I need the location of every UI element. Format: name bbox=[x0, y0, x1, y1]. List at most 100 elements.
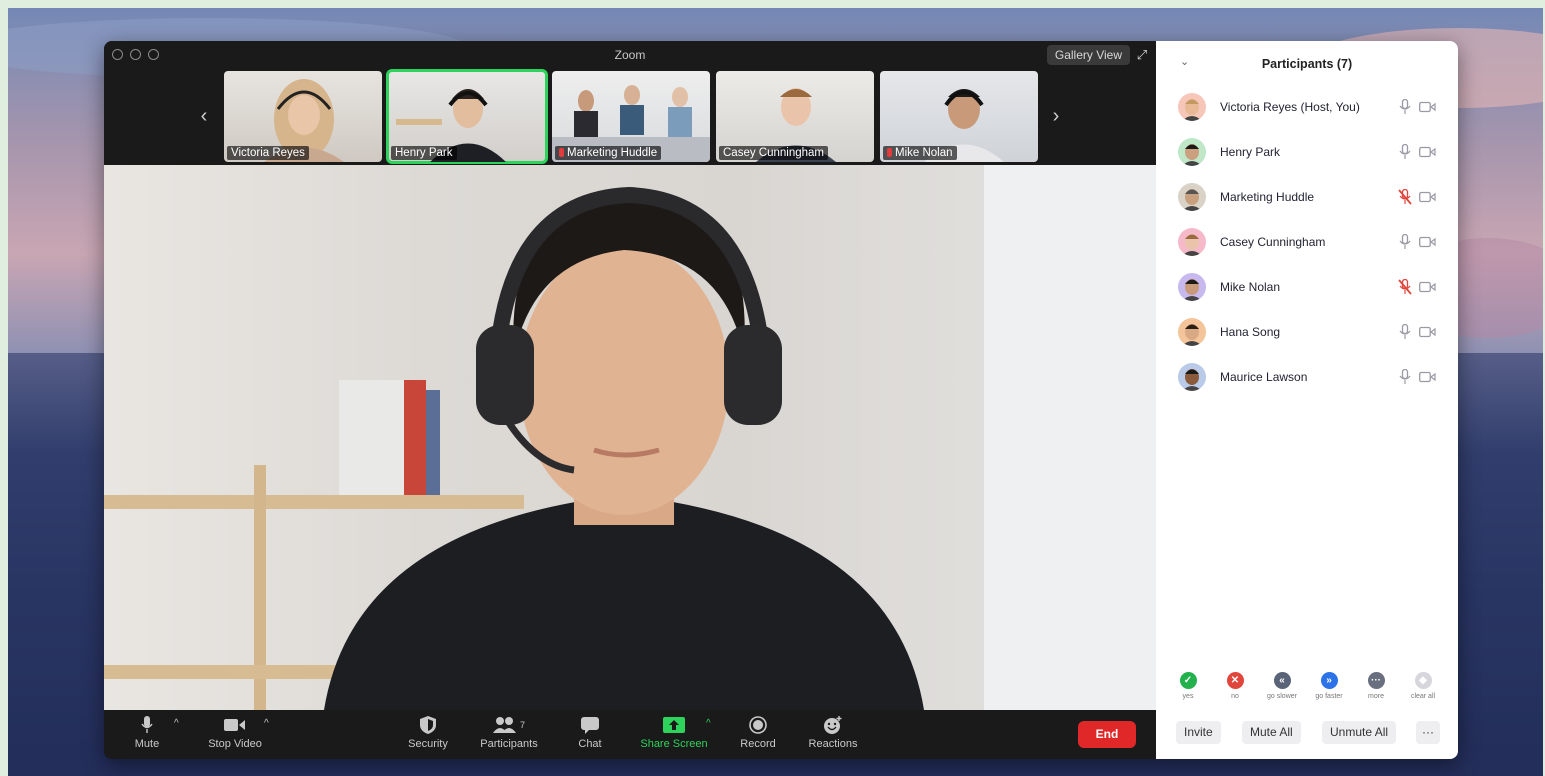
feedback-label: more bbox=[1368, 693, 1384, 700]
avatar bbox=[1178, 318, 1206, 346]
participant-row[interactable]: Casey Cunningham bbox=[1178, 226, 1440, 260]
participant-name: Mike Nolan bbox=[1220, 280, 1281, 294]
share-options-caret-icon[interactable]: ^ bbox=[706, 718, 711, 729]
fullscreen-icon[interactable]: ⤢ bbox=[1134, 47, 1150, 63]
participants-count: 7 bbox=[519, 720, 525, 730]
feedback-label: go slower bbox=[1267, 693, 1297, 700]
participant-row[interactable]: Hana Song bbox=[1178, 316, 1440, 350]
participants-button[interactable]: 7 Participants bbox=[474, 714, 544, 750]
participant-row[interactable]: Henry Park bbox=[1178, 136, 1440, 170]
video-camera-icon[interactable] bbox=[1419, 326, 1436, 338]
audio-options-caret-icon[interactable]: ^ bbox=[174, 718, 179, 729]
muted-mic-icon bbox=[887, 148, 892, 157]
zoom-window: Zoom Gallery View ⤢ ‹ Victoria Reyes Hen… bbox=[104, 41, 1458, 759]
participant-name: Casey Cunningham bbox=[1220, 235, 1326, 249]
stop-video-button[interactable]: Stop Video bbox=[204, 714, 266, 750]
feedback-no-button[interactable]: ✕ no bbox=[1215, 672, 1255, 700]
feedback-no-icon: ✕ bbox=[1226, 672, 1244, 689]
gallery-view-button[interactable]: Gallery View bbox=[1046, 45, 1130, 65]
shield-icon bbox=[404, 714, 452, 736]
video-camera-icon[interactable] bbox=[1419, 101, 1436, 113]
feedback-go-slower-button[interactable]: « go slower bbox=[1262, 672, 1302, 700]
thumbnail-victoria-reyes[interactable]: Victoria Reyes bbox=[224, 71, 382, 162]
video-camera-icon[interactable] bbox=[1419, 236, 1436, 248]
thumbnail-mike-nolan[interactable]: Mike Nolan bbox=[880, 71, 1038, 162]
feedback-clear-all-button[interactable]: ◆ clear all bbox=[1403, 672, 1443, 700]
mute-all-button[interactable]: Mute All bbox=[1242, 721, 1301, 744]
feedback-yes-button[interactable]: ✓ yes bbox=[1168, 672, 1208, 700]
participant-row[interactable]: Marketing Huddle bbox=[1178, 181, 1440, 215]
share-screen-label: Share Screen bbox=[640, 738, 708, 750]
thumbnail-name: Marketing Huddle bbox=[555, 146, 662, 160]
participant-row[interactable]: Victoria Reyes (Host, You) bbox=[1178, 91, 1440, 125]
participants-panel: ⌄ Participants (7) Victoria Reyes (Host,… bbox=[1156, 41, 1458, 759]
video-camera-icon[interactable] bbox=[1419, 371, 1436, 383]
chevron-left-icon[interactable]: ‹ bbox=[194, 105, 214, 128]
chat-button[interactable]: Chat bbox=[574, 714, 606, 750]
microphone-icon[interactable] bbox=[1398, 234, 1412, 250]
participants-label: Participants bbox=[480, 738, 538, 750]
reactions-button[interactable]: Reactions bbox=[804, 714, 862, 750]
thumbnail-henry-park[interactable]: Henry Park bbox=[386, 69, 548, 164]
video-camera-icon[interactable] bbox=[1419, 191, 1436, 203]
thumbnail-name: Henry Park bbox=[391, 146, 457, 160]
feedback-go-faster-button[interactable]: » go faster bbox=[1309, 672, 1349, 700]
thumbnail-casey-cunningham[interactable]: Casey Cunningham bbox=[716, 71, 874, 162]
avatar bbox=[1178, 138, 1206, 166]
muted-microphone-icon[interactable] bbox=[1398, 279, 1412, 295]
feedback-yes-icon: ✓ bbox=[1179, 672, 1197, 689]
active-speaker-video bbox=[104, 165, 1156, 710]
microphone-icon[interactable] bbox=[1398, 369, 1412, 385]
share-screen-icon bbox=[636, 714, 712, 736]
participant-row[interactable]: Mike Nolan bbox=[1178, 271, 1440, 305]
feedback-clear-all-icon: ◆ bbox=[1414, 672, 1432, 689]
mute-label: Mute bbox=[134, 738, 160, 750]
participant-name: Henry Park bbox=[1220, 145, 1281, 159]
avatar bbox=[1178, 93, 1206, 121]
microphone-icon[interactable] bbox=[1398, 144, 1412, 160]
record-icon bbox=[736, 714, 780, 736]
participants-panel-header: ⌄ Participants (7) bbox=[1156, 41, 1458, 85]
chat-bubble-icon bbox=[574, 714, 606, 736]
more-options-button[interactable]: ··· bbox=[1416, 721, 1440, 744]
share-screen-button[interactable]: Share Screen bbox=[636, 714, 712, 750]
participant-name: Maurice Lawson bbox=[1220, 370, 1308, 384]
henry-park-speaker-image bbox=[104, 165, 1156, 710]
feedback-more-icon: ··· bbox=[1367, 672, 1385, 689]
thumbnail-strip: ‹ Victoria Reyes Henry Park Marketing Hu… bbox=[104, 69, 1156, 165]
thumbnail-name: Casey Cunningham bbox=[719, 146, 829, 160]
record-button[interactable]: Record bbox=[736, 714, 780, 750]
invite-button[interactable]: Invite bbox=[1176, 721, 1221, 744]
participants-icon: 7 bbox=[474, 714, 544, 736]
microphone-icon bbox=[132, 714, 162, 736]
video-options-caret-icon[interactable]: ^ bbox=[264, 718, 269, 729]
avatar bbox=[1178, 183, 1206, 211]
thumbnail-name: Victoria Reyes bbox=[227, 146, 309, 160]
microphone-icon[interactable] bbox=[1398, 324, 1412, 340]
participant-row[interactable]: Maurice Lawson bbox=[1178, 361, 1440, 395]
video-camera-icon bbox=[204, 714, 266, 736]
feedback-go-faster-icon: » bbox=[1320, 672, 1338, 689]
unmute-all-button[interactable]: Unmute All bbox=[1322, 721, 1397, 744]
end-meeting-button[interactable]: End bbox=[1078, 721, 1136, 748]
avatar bbox=[1178, 363, 1206, 391]
stop-video-label: Stop Video bbox=[208, 738, 262, 750]
thumbnail-marketing-huddle[interactable]: Marketing Huddle bbox=[552, 71, 710, 162]
video-camera-icon[interactable] bbox=[1419, 146, 1436, 158]
screen-bezel-left bbox=[0, 0, 8, 776]
security-button[interactable]: Security bbox=[404, 714, 452, 750]
participant-name: Victoria Reyes (Host, You) bbox=[1220, 100, 1360, 114]
video-camera-icon[interactable] bbox=[1419, 281, 1436, 293]
muted-microphone-icon[interactable] bbox=[1398, 189, 1412, 205]
mute-button[interactable]: Mute bbox=[132, 714, 162, 750]
feedback-label: clear all bbox=[1410, 693, 1436, 700]
feedback-label: yes bbox=[1182, 693, 1194, 700]
avatar bbox=[1178, 228, 1206, 256]
feedback-go-slower-icon: « bbox=[1273, 672, 1291, 689]
meeting-toolbar: Mute ^ Stop Video ^ Security 7 Participa… bbox=[104, 710, 1156, 759]
chevron-right-icon[interactable]: › bbox=[1046, 105, 1066, 128]
record-label: Record bbox=[740, 738, 776, 750]
microphone-icon[interactable] bbox=[1398, 99, 1412, 115]
feedback-more-button[interactable]: ··· more bbox=[1356, 672, 1396, 700]
smiley-icon bbox=[804, 714, 862, 736]
